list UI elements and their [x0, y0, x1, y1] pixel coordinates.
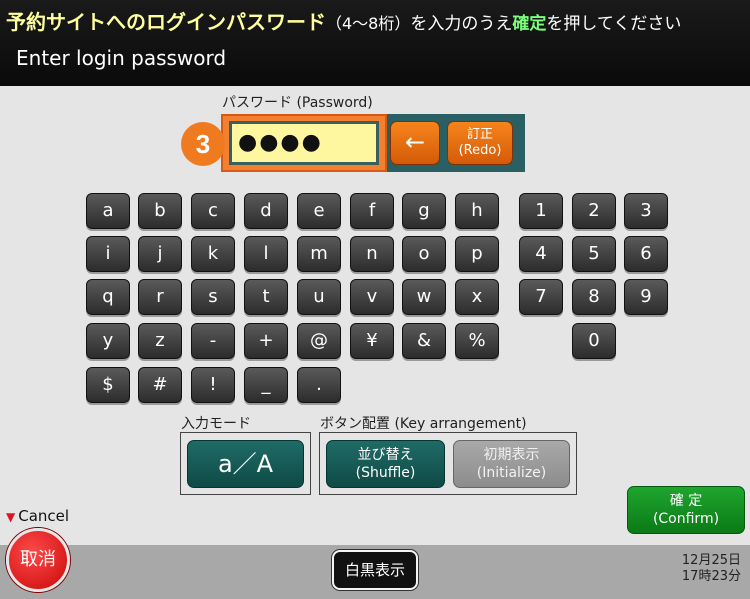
key-9[interactable]: 9 [624, 279, 668, 315]
date-text: 12月25日 [681, 553, 741, 568]
title-jp-note-end: を押してください [546, 14, 682, 34]
key-7[interactable]: 7 [519, 279, 563, 315]
key-percent[interactable]: % [455, 323, 499, 359]
key-u[interactable]: u [297, 279, 341, 315]
key-arrangement-label: ボタン配置 (Key arrangement) [320, 416, 527, 432]
key-s[interactable]: s [191, 279, 235, 315]
key-i[interactable]: i [86, 236, 130, 272]
cancel-button[interactable]: 取消 [6, 528, 70, 592]
cancel-caption-text: Cancel [18, 507, 70, 525]
key-x[interactable]: x [455, 279, 499, 315]
key-e[interactable]: e [297, 193, 341, 229]
password-label: パスワード (Password) [222, 95, 373, 111]
cancel-caption: ▼ Cancel [6, 507, 69, 525]
key-m[interactable]: m [297, 236, 341, 272]
initialize-label-jp: 初期表示 [483, 447, 540, 463]
page-title-en: Enter login password [16, 46, 227, 70]
key-2[interactable]: 2 [572, 193, 616, 229]
key-o[interactable]: o [402, 236, 446, 272]
title-jp-digits: （4～8桁） [326, 14, 411, 33]
key-4[interactable]: 4 [519, 236, 563, 272]
key-at[interactable]: @ [297, 323, 341, 359]
key-w[interactable]: w [402, 279, 446, 315]
redo-label-jp: 訂正 [466, 127, 493, 142]
key-hash[interactable]: # [138, 367, 182, 403]
initialize-button[interactable]: 初期表示 (Initialize) [453, 440, 570, 488]
monochrome-display-button[interactable]: 白黒表示 [332, 550, 418, 590]
key-h[interactable]: h [455, 193, 499, 229]
key-plus[interactable]: + [244, 323, 288, 359]
key-exclamation[interactable]: ! [191, 367, 235, 403]
key-yen[interactable]: ¥ [350, 323, 394, 359]
password-input[interactable]: ●●●● [229, 121, 379, 165]
key-5[interactable]: 5 [572, 236, 616, 272]
key-j[interactable]: j [138, 236, 182, 272]
triangle-down-icon: ▼ [6, 510, 16, 524]
page-title-jp: 予約サイトへのログインパスワード（4～8桁）を入力のうえ確定を押してください [6, 6, 681, 35]
time-text: 17時23分 [681, 569, 741, 584]
case-toggle-button[interactable]: a／A [187, 440, 304, 488]
key-b[interactable]: b [138, 193, 182, 229]
key-d[interactable]: d [244, 193, 288, 229]
input-mode-label: 入力モード [181, 416, 251, 432]
confirm-label-en: (Confirm) [652, 511, 720, 527]
key-n[interactable]: n [350, 236, 394, 272]
key-p[interactable]: p [455, 236, 499, 272]
key-ampersand[interactable]: & [402, 323, 446, 359]
key-minus[interactable]: - [191, 323, 235, 359]
confirm-label-jp: 確 定 [669, 493, 703, 509]
key-l[interactable]: l [244, 236, 288, 272]
key-q[interactable]: q [86, 279, 130, 315]
shuffle-label-jp: 並び替え [357, 447, 414, 463]
key-f[interactable]: f [350, 193, 394, 229]
key-v[interactable]: v [350, 279, 394, 315]
key-a[interactable]: a [86, 193, 130, 229]
redo-label-en: (Redo) [458, 143, 502, 158]
key-8[interactable]: 8 [572, 279, 616, 315]
key-0[interactable]: 0 [572, 323, 616, 359]
initialize-label-en: (Initialize) [476, 465, 547, 481]
backspace-button[interactable]: ← [390, 121, 440, 165]
key-6[interactable]: 6 [624, 236, 668, 272]
key-1[interactable]: 1 [519, 193, 563, 229]
title-jp-note: を入力のうえ [410, 14, 513, 34]
key-dollar[interactable]: $ [86, 367, 130, 403]
title-jp-confirm: 確定 [512, 14, 547, 34]
key-r[interactable]: r [138, 279, 182, 315]
header: 予約サイトへのログインパスワード（4～8桁）を入力のうえ確定を押してください E… [0, 0, 750, 86]
title-jp-main: 予約サイトへのログインパスワード [6, 10, 326, 34]
confirm-button[interactable]: 確 定 (Confirm) [627, 486, 745, 534]
key-period[interactable]: . [297, 367, 341, 403]
datetime: 12月25日 17時23分 [682, 553, 741, 585]
key-g[interactable]: g [402, 193, 446, 229]
key-z[interactable]: z [138, 323, 182, 359]
key-underscore[interactable]: _ [244, 367, 288, 403]
shuffle-label-en: (Shuffle) [355, 465, 416, 481]
key-3[interactable]: 3 [624, 193, 668, 229]
key-c[interactable]: c [191, 193, 235, 229]
key-y[interactable]: y [86, 323, 130, 359]
key-t[interactable]: t [244, 279, 288, 315]
key-k[interactable]: k [191, 236, 235, 272]
redo-button[interactable]: 訂正 (Redo) [447, 121, 513, 165]
shuffle-button[interactable]: 並び替え (Shuffle) [326, 440, 445, 488]
step-badge: 3 [181, 122, 225, 166]
